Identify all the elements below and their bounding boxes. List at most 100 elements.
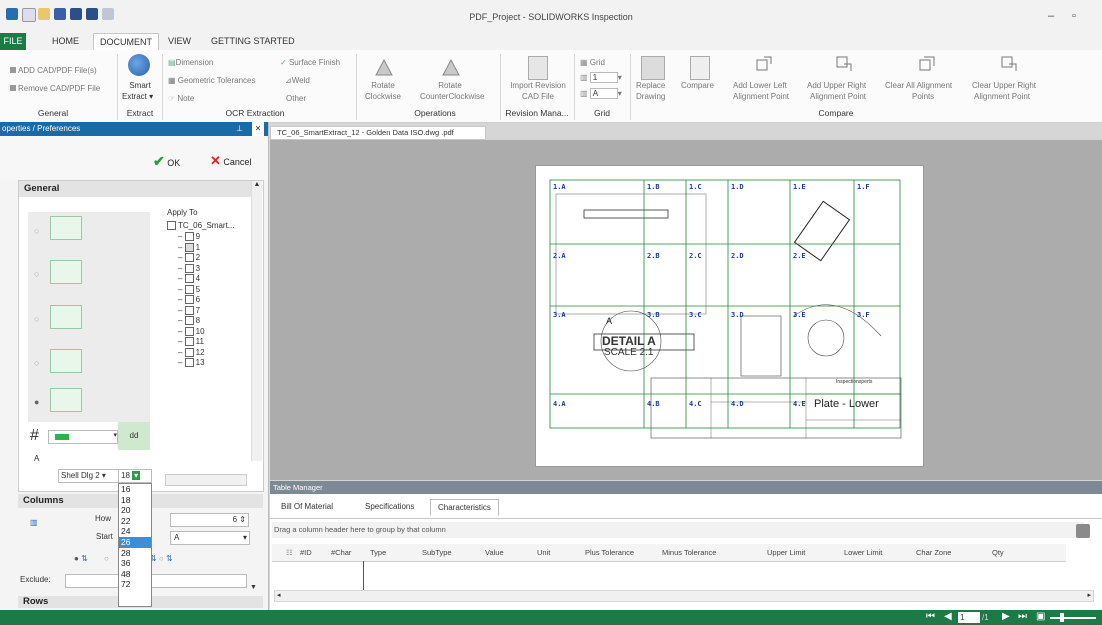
layout-radio-1[interactable]: ○: [34, 226, 39, 236]
grid-cell-label[interactable]: 4.C: [689, 400, 702, 408]
layout-thumb-3[interactable]: [50, 305, 82, 329]
grid-cell-label[interactable]: 1.D: [731, 183, 744, 191]
font-size-option[interactable]: 48: [119, 569, 151, 580]
column-header[interactable]: #Char: [331, 548, 351, 557]
tree-item[interactable]: – 12: [178, 348, 205, 357]
surface-finish-button[interactable]: ✓ Surface Finish: [280, 58, 340, 67]
rotate-cw-label-2[interactable]: Clockwise: [363, 92, 403, 101]
tree-item[interactable]: – 10: [178, 327, 205, 336]
weld-button[interactable]: ⊿Weld: [285, 76, 310, 85]
tree-item[interactable]: – 4: [178, 274, 200, 284]
column-header[interactable]: Upper Limit: [767, 548, 805, 557]
column-header[interactable]: Lower Limit: [844, 548, 882, 557]
cancel-button[interactable]: ✕ Cancel: [210, 153, 251, 169]
add-upper-right-label[interactable]: Add Upper Right: [807, 81, 866, 90]
document-tab[interactable]: TC_06_SmartExtract_12 - Golden Data ISO.…: [270, 126, 486, 140]
tree-item[interactable]: – 6: [178, 295, 200, 305]
grid-cell-label[interactable]: 2.B: [647, 252, 660, 260]
tab-file[interactable]: FILE: [0, 33, 26, 50]
add-lower-left-icon[interactable]: [755, 55, 773, 73]
grid-cell-label[interactable]: 3.A: [553, 311, 566, 319]
font-size-option[interactable]: 20: [119, 505, 151, 516]
close-icon[interactable]: ✕: [252, 122, 264, 136]
replace-drawing-icon[interactable]: [641, 56, 665, 80]
font-size-option[interactable]: 72: [119, 579, 151, 590]
other-button[interactable]: Other: [286, 94, 306, 103]
grid-cell-label[interactable]: 2.D: [731, 252, 744, 260]
layout-radio-5[interactable]: ●: [34, 397, 39, 407]
exclude-input[interactable]: [65, 574, 247, 588]
grid-cell-label[interactable]: 3.D: [731, 311, 744, 319]
import-revision-icon[interactable]: [528, 56, 548, 80]
minimize-icon[interactable]: –: [1048, 10, 1054, 22]
layout-thumb-5[interactable]: [50, 388, 82, 412]
clear-alignment-icon[interactable]: [918, 55, 936, 73]
grid-toggle[interactable]: ▦ Grid: [580, 58, 605, 67]
replace-label[interactable]: Replace: [636, 81, 665, 90]
grid-cell-label[interactable]: 3.E: [793, 311, 806, 319]
zoom-slider[interactable]: [1050, 617, 1096, 619]
tree-item[interactable]: – 13: [178, 358, 205, 368]
column-header[interactable]: Plus Tolerance: [585, 548, 634, 557]
rotate-cw-label[interactable]: Rotate: [363, 81, 403, 90]
add-upper-right-icon[interactable]: [835, 55, 853, 73]
last-page-icon[interactable]: ⏭: [1018, 611, 1027, 622]
grid-cell-label[interactable]: 1.C: [689, 183, 702, 191]
clear-all-label-2[interactable]: Points: [912, 92, 934, 101]
tree-root[interactable]: TC_06_Smart...: [167, 221, 234, 231]
clear-upper-right-icon[interactable]: [1000, 55, 1018, 73]
compare-icon[interactable]: [690, 56, 710, 80]
start-value-select[interactable]: A ▾: [170, 531, 250, 545]
add-file-button[interactable]: ADD CAD/PDF File(s): [10, 66, 97, 75]
order-radio-3[interactable]: ⇅ ○ ⇅: [150, 554, 173, 563]
font-size-dropdown[interactable]: 16 18 20 22 24 26 28 36 48 72: [118, 483, 152, 607]
note-button[interactable]: ☞ Note: [168, 94, 194, 103]
grid-cell-label[interactable]: 4.D: [731, 400, 744, 408]
font-name-select[interactable]: Shell Dlg 2 ▾: [58, 469, 120, 483]
add-upper-right-label-2[interactable]: Alignment Point: [810, 92, 866, 101]
column-header[interactable]: SubType: [422, 548, 452, 557]
add-lower-left-label-2[interactable]: Alignment Point: [733, 92, 789, 101]
column-header[interactable]: Qty: [992, 548, 1004, 557]
column-header[interactable]: Value: [485, 548, 504, 557]
column-chooser-icon[interactable]: [1076, 524, 1090, 538]
grid-cell-label[interactable]: 4.B: [647, 400, 660, 408]
order-radio-1[interactable]: ● ⇅: [74, 554, 88, 563]
grid-cell-label[interactable]: 2.A: [553, 252, 566, 260]
restore-icon[interactable]: ▫: [1072, 10, 1076, 22]
tree-item[interactable]: – 11: [178, 337, 204, 347]
replace-label-2[interactable]: Drawing: [636, 92, 665, 101]
smart-extract-label-2[interactable]: Extract ▾: [122, 92, 153, 101]
font-size-option[interactable]: 22: [119, 516, 151, 527]
import-revision-label-2[interactable]: CAD File: [506, 92, 570, 101]
grid-cell-label[interactable]: 3.B: [647, 311, 660, 319]
tree-item[interactable]: – 3: [178, 264, 200, 273]
column-header[interactable]: Unit: [537, 548, 550, 557]
clear-all-label[interactable]: Clear All Alignment: [885, 81, 952, 90]
rotate-ccw-label-2[interactable]: CounterClockwise: [420, 92, 484, 101]
font-size-option[interactable]: 18: [119, 495, 151, 506]
geometric-tolerances-button[interactable]: ▦ Geometric Tolerances: [168, 76, 255, 85]
fit-page-icon[interactable]: ▣: [1036, 611, 1045, 622]
clear-upper-right-label-2[interactable]: Alignment Point: [974, 92, 1030, 101]
grid-cell-label[interactable]: 1.A: [553, 183, 566, 191]
clear-upper-right-label[interactable]: Clear Upper Right: [972, 81, 1036, 90]
rotate-ccw-label[interactable]: Rotate: [430, 81, 470, 90]
table-hscrollbar[interactable]: ◂ ▸: [274, 590, 1094, 602]
layout-thumb-2[interactable]: [50, 260, 82, 284]
grid-cell-label[interactable]: 2.E: [793, 252, 806, 260]
rotate-counterclockwise-icon[interactable]: [440, 56, 462, 78]
tab-specifications[interactable]: Specifications: [358, 499, 421, 514]
column-header[interactable]: #ID: [300, 548, 312, 557]
grid-number-select[interactable]: ▥ 1 ▾: [580, 72, 622, 83]
column-header[interactable]: Minus Tolerance: [662, 548, 716, 557]
layout-thumb-1[interactable]: [50, 216, 82, 240]
layout-radio-3[interactable]: ○: [34, 314, 39, 324]
tree-item[interactable]: – 2: [178, 253, 200, 263]
import-revision-label[interactable]: Import Revision: [506, 81, 570, 90]
tab-document[interactable]: DOCUMENT: [93, 33, 159, 51]
next-page-icon[interactable]: ▶: [1002, 611, 1010, 622]
tab-characteristics[interactable]: Characteristics: [430, 499, 499, 516]
font-size-option-selected[interactable]: 26: [119, 536, 151, 548]
grid-cell-label[interactable]: 4.E: [793, 400, 806, 408]
